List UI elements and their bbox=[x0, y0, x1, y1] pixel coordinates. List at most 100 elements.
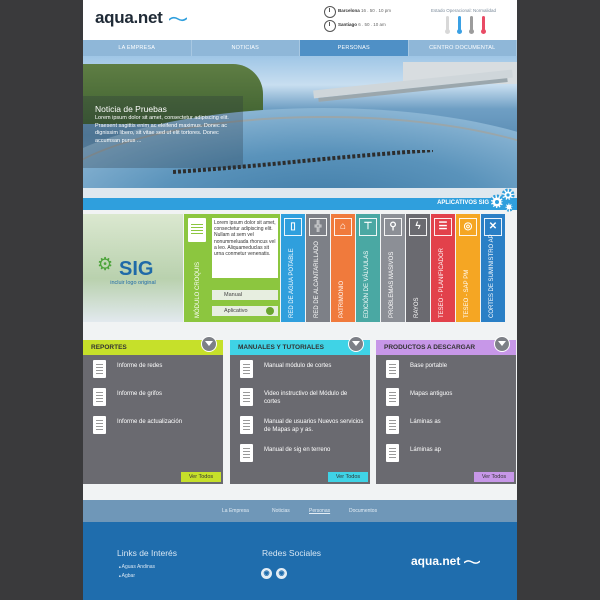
social-icon[interactable]: ◉ bbox=[276, 568, 287, 579]
footer-nav-documentos[interactable]: Documentos bbox=[349, 508, 377, 514]
app-label: RED DE ALCANTARILLADO bbox=[314, 241, 320, 318]
aplicativos-sig-bar: APLICATIVOS SIG bbox=[83, 198, 517, 210]
manual-link[interactable]: Manual bbox=[212, 290, 278, 300]
manual-label: Manual bbox=[224, 292, 243, 298]
aplicativos-sig-label: APLICATIVOS SIG bbox=[437, 200, 489, 206]
list-item[interactable]: Video instructivo del Módulo de cortes bbox=[240, 388, 368, 410]
hero-title[interactable]: Noticia de Pruebas bbox=[95, 104, 167, 114]
list-item-label: Manual de usuarios Nuevos servicios de M… bbox=[264, 419, 364, 433]
list-item[interactable]: Láminas ap bbox=[386, 444, 514, 466]
app-cancel[interactable]: ✕ CORTES DE SUMINISTRO AP bbox=[481, 214, 505, 322]
app-label: RAYOS bbox=[414, 297, 420, 318]
column-header: MANUALES Y TUTORIALES bbox=[230, 336, 370, 355]
footer-nav-la-empresa[interactable]: La Empresa bbox=[222, 508, 249, 514]
app-water-glass[interactable]: ▯ RED DE AGUA POTABLE bbox=[281, 214, 305, 322]
document-icon bbox=[386, 444, 399, 462]
list-item-label: Manual módulo de cortes bbox=[264, 363, 332, 369]
hero-strip bbox=[83, 188, 517, 198]
list-item-label: Informe de actualización bbox=[117, 419, 183, 425]
ver-todos-button[interactable]: Ver Todos bbox=[328, 472, 368, 482]
app-pipe[interactable]: ╬ RED DE ALCANTARILLADO bbox=[306, 214, 330, 322]
arrow-right-icon bbox=[266, 307, 274, 315]
water-glass-icon: ▯ bbox=[284, 218, 302, 236]
gears-icon bbox=[489, 188, 515, 212]
list-item-label: Láminas ap bbox=[410, 447, 442, 453]
status-title: Estado Operacional: Normalidad bbox=[431, 8, 497, 13]
document-icon bbox=[386, 360, 399, 378]
list-item-label: Mapas antiguos bbox=[410, 391, 453, 397]
list-item[interactable]: Manual de usuarios Nuevos servicios de M… bbox=[240, 416, 368, 438]
croquis-label: MÓDULO CROQUIS bbox=[195, 261, 201, 318]
social-icon[interactable]: ◉ bbox=[261, 568, 272, 579]
cancel-icon: ✕ bbox=[484, 218, 502, 236]
column-productos: PRODUCTOS A DESCARGAR Base portable Mapas … bbox=[376, 336, 516, 484]
download-icon[interactable] bbox=[494, 336, 510, 352]
column-manuales: MANUALES Y TUTORIALES Manual módulo de co… bbox=[230, 336, 370, 484]
ver-todos-button[interactable]: Ver Todos bbox=[181, 472, 221, 482]
magnifier-icon: ⚲ bbox=[384, 218, 402, 236]
nav-item-noticias[interactable]: Noticias bbox=[192, 40, 300, 56]
list-item[interactable]: Manual módulo de cortes bbox=[240, 360, 368, 382]
list-item[interactable]: Mapas antiguos bbox=[386, 388, 514, 410]
thermometer-icon bbox=[481, 16, 486, 34]
column-title: MANUALES Y TUTORIALES bbox=[238, 344, 324, 351]
hero-banner[interactable]: Noticia de Pruebas Lorem ipsum dolor sit… bbox=[83, 56, 517, 188]
app-label: CORTES DE SUMINISTRO AP bbox=[489, 234, 495, 318]
column-title: PRODUCTOS A DESCARGAR bbox=[384, 344, 476, 351]
app-target[interactable]: ◎ TESEO - SAP PM bbox=[456, 214, 480, 322]
ver-todos-button[interactable]: Ver Todos bbox=[474, 472, 514, 482]
clock-icon bbox=[324, 20, 336, 32]
sig-logo-subtitle: incluir logo original bbox=[110, 280, 156, 286]
app-house[interactable]: ⌂ PATRIMONIO bbox=[331, 214, 355, 322]
nav-item-centro-documental[interactable]: Centro Documental bbox=[409, 40, 517, 56]
nav-item-la-empresa[interactable]: La Empresa bbox=[83, 40, 192, 56]
app-lightning[interactable]: ϟ RAYOS bbox=[406, 214, 430, 322]
footer-link[interactable]: Aguas Andinas bbox=[119, 564, 155, 570]
target-icon: ◎ bbox=[459, 218, 477, 236]
list-item[interactable]: Informe de grifos bbox=[93, 388, 221, 410]
app-magnifier[interactable]: ⚲ PROBLEMAS MASIVOS bbox=[381, 214, 405, 322]
download-icon[interactable] bbox=[348, 336, 364, 352]
app-label: PATRIMONIO bbox=[339, 280, 345, 318]
footer-nav-noticias[interactable]: Noticias bbox=[272, 508, 290, 514]
wave-icon bbox=[168, 16, 187, 21]
links-title: Links de Interés bbox=[117, 548, 178, 558]
page: aqua.net Barcelona 16 . 50 . 10 pm Santi… bbox=[83, 0, 517, 600]
footer-link[interactable]: Agbar bbox=[119, 573, 135, 579]
document-icon bbox=[93, 360, 106, 378]
sig-logo-panel[interactable]: ⚙ SIG incluir logo original bbox=[83, 214, 183, 322]
list-item[interactable]: Informe de redes bbox=[93, 360, 221, 382]
footer-logo-text: aqua.net bbox=[411, 554, 461, 568]
checklist-icon: ☰ bbox=[434, 218, 452, 236]
valve-icon: ⊤ bbox=[359, 218, 377, 236]
list-item[interactable]: Base portable bbox=[386, 360, 514, 382]
aplicativo-link[interactable]: Aplicativo bbox=[212, 306, 278, 316]
footer-nav-personas[interactable]: Personas bbox=[309, 508, 330, 514]
list-item-label: Video instructivo del Módulo de cortes bbox=[264, 391, 348, 405]
download-icon[interactable] bbox=[201, 336, 217, 352]
house-icon: ⌂ bbox=[334, 218, 352, 236]
main-nav: La Empresa Noticias Personas Centro Docu… bbox=[83, 40, 517, 56]
document-icon bbox=[188, 218, 206, 242]
document-icon bbox=[93, 416, 106, 434]
column-header: REPORTES bbox=[83, 336, 223, 355]
list-item-label: Informe de redes bbox=[117, 363, 163, 369]
thermometer-icon bbox=[469, 16, 474, 34]
footer-logo[interactable]: aqua.net bbox=[411, 554, 481, 568]
social-title: Redes Sociales bbox=[262, 548, 322, 558]
sig-logo: SIG bbox=[119, 258, 154, 280]
footer: Links de Interés Aguas Andinas Agbar Red… bbox=[83, 522, 517, 600]
app-label: TESEO - SAP PM bbox=[464, 269, 470, 318]
app-valve[interactable]: ⊤ EDICIÓN DE VÁLVULAS bbox=[356, 214, 380, 322]
list-item[interactable]: Láminas as bbox=[386, 416, 514, 438]
nav-item-personas[interactable]: Personas bbox=[300, 40, 409, 56]
app-checklist[interactable]: ☰ TESEO - PLANIFICADOR bbox=[431, 214, 455, 322]
list-item[interactable]: Manual de sig en terreno bbox=[240, 444, 368, 466]
logo[interactable]: aqua.net bbox=[95, 8, 187, 28]
logo-text: aqua.net bbox=[95, 8, 163, 27]
clock-label-barcelona: Barcelona 16 . 50 . 10 pm bbox=[338, 8, 392, 13]
list-item[interactable]: Informe de actualización bbox=[93, 416, 221, 438]
pipe-icon: ╬ bbox=[309, 218, 327, 236]
app-modulo-croquis[interactable]: Lorem ipsum dolor sit amet, consectetur … bbox=[184, 214, 280, 322]
app-label: EDICIÓN DE VÁLVULAS bbox=[364, 250, 370, 318]
